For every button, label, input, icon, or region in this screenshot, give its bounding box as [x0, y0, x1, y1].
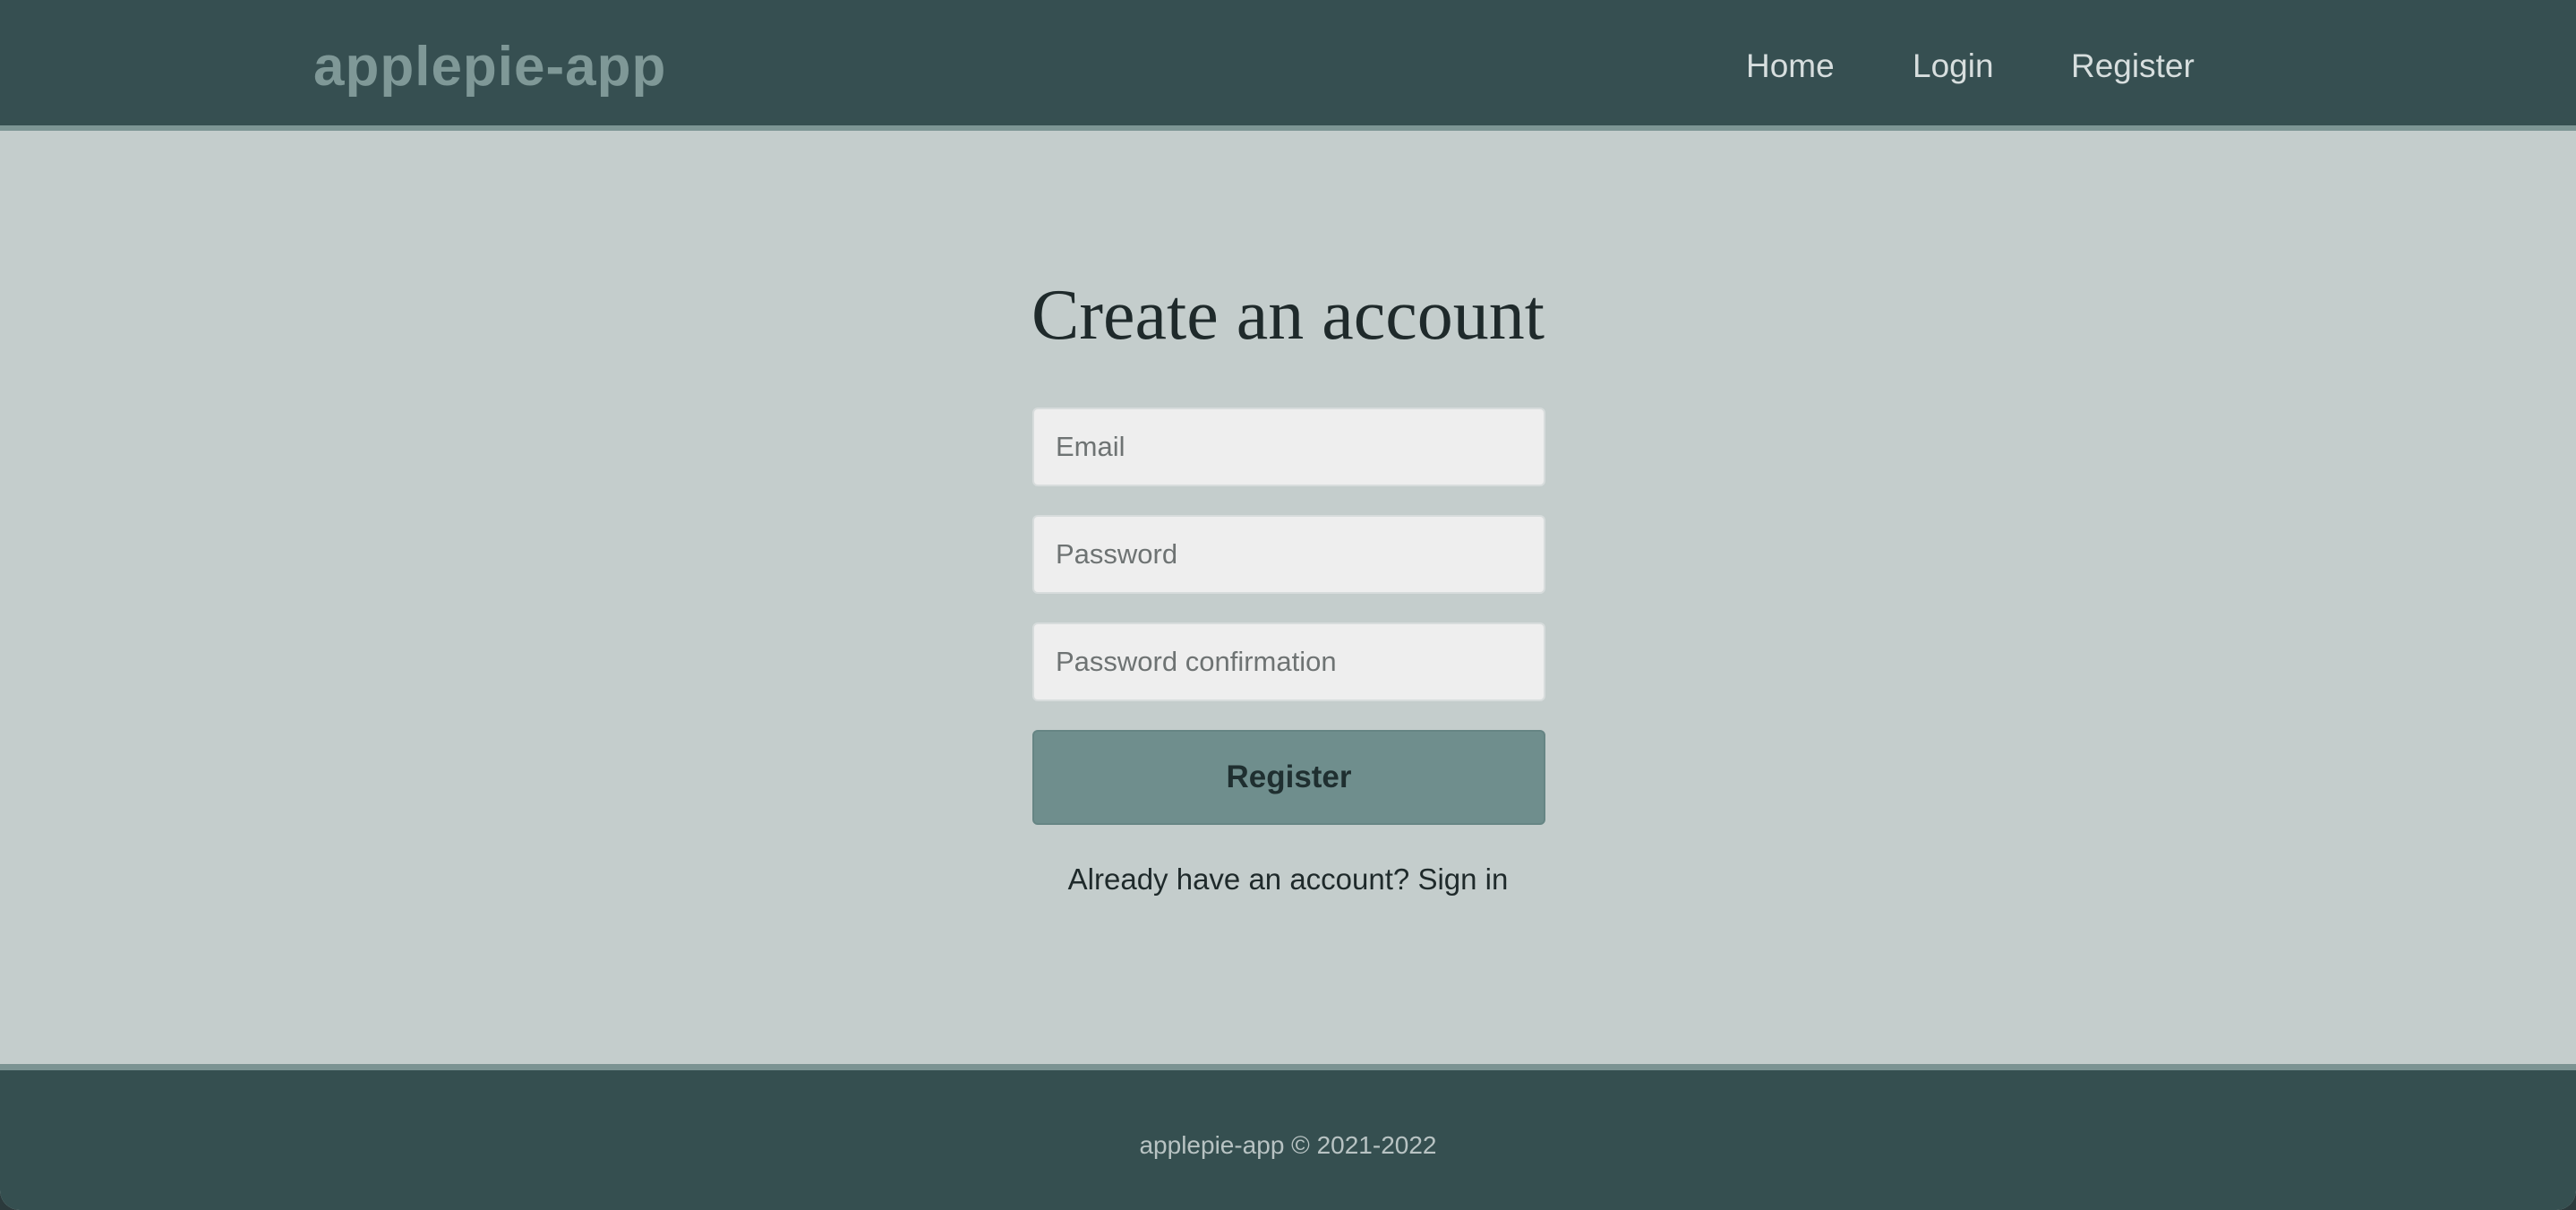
app-window: applepie-app Home Login Register Create …	[0, 0, 2576, 1210]
password-input[interactable]	[1032, 515, 1545, 594]
brand-logo-link[interactable]: applepie-app	[313, 32, 666, 102]
page-title: Create an account	[1031, 276, 1545, 355]
register-button[interactable]: Register	[1032, 730, 1545, 825]
nav-home-link[interactable]: Home	[1746, 41, 1835, 91]
password-confirmation-input[interactable]	[1032, 622, 1545, 701]
top-navbar: applepie-app Home Login Register	[0, 0, 2576, 131]
nav-login-link[interactable]: Login	[1913, 41, 1994, 91]
nav-register-link[interactable]: Register	[2071, 41, 2195, 91]
signin-link[interactable]: Sign in	[1417, 862, 1508, 896]
page-footer: applepie-app © 2021-2022	[0, 1064, 2576, 1210]
email-input[interactable]	[1032, 408, 1545, 486]
signin-prompt-text: Already have an account?	[1067, 862, 1410, 896]
copyright-text: applepie-app © 2021-2022	[1139, 1131, 1437, 1159]
register-section: Create an account Register Already have …	[0, 136, 2576, 1064]
signin-prompt: Already have an account? Sign in	[0, 857, 2576, 902]
